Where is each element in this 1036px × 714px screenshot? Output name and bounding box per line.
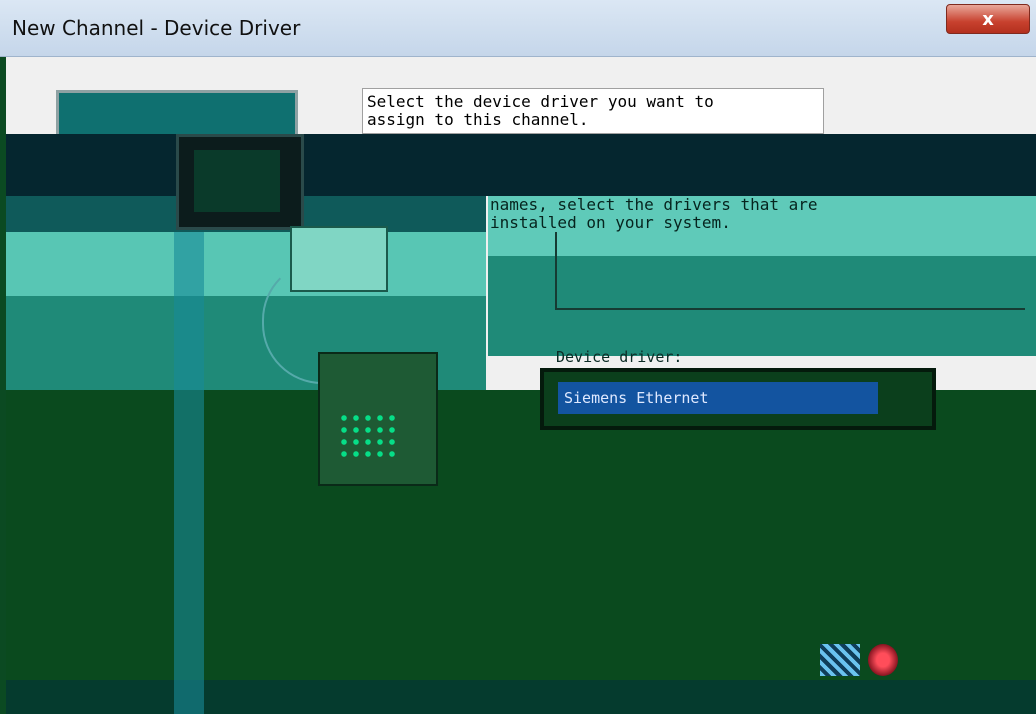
instruction-line-1: Select the device driver you want to: [367, 92, 714, 111]
device-driver-selected[interactable]: Siemens Ethernet: [558, 382, 878, 414]
instruction-box: Select the device driver you want to ass…: [362, 88, 824, 134]
status-icon: [820, 644, 860, 676]
render-artifact-stripe: [174, 232, 204, 714]
render-artifact-band: [6, 232, 486, 296]
device-lights: [338, 412, 396, 458]
window-title: New Channel - Device Driver: [12, 16, 301, 40]
new-channel-window: New Channel - Device Driver x Select the…: [0, 0, 1036, 714]
instruction-line-4: installed on your system.: [490, 213, 731, 232]
close-button[interactable]: x: [946, 4, 1030, 34]
help-icon[interactable]: [868, 644, 898, 676]
instruction-line-2: assign to this channel.: [367, 110, 589, 129]
driver-list-frame: [555, 232, 1025, 310]
instruction-text: Select the device driver you want to ass…: [367, 93, 714, 129]
title-bar: New Channel - Device Driver x: [0, 0, 1036, 57]
instruction-line-3: names, select the drivers that are: [490, 195, 818, 214]
monitor-screen: [194, 150, 280, 212]
render-artifact-band: [6, 680, 1036, 714]
device-driver-label: Device driver:: [556, 348, 683, 366]
render-artifact-band: [6, 134, 1036, 196]
render-artifact-band: [6, 390, 1036, 680]
instruction-text-cont: names, select the drivers that are insta…: [490, 196, 818, 232]
